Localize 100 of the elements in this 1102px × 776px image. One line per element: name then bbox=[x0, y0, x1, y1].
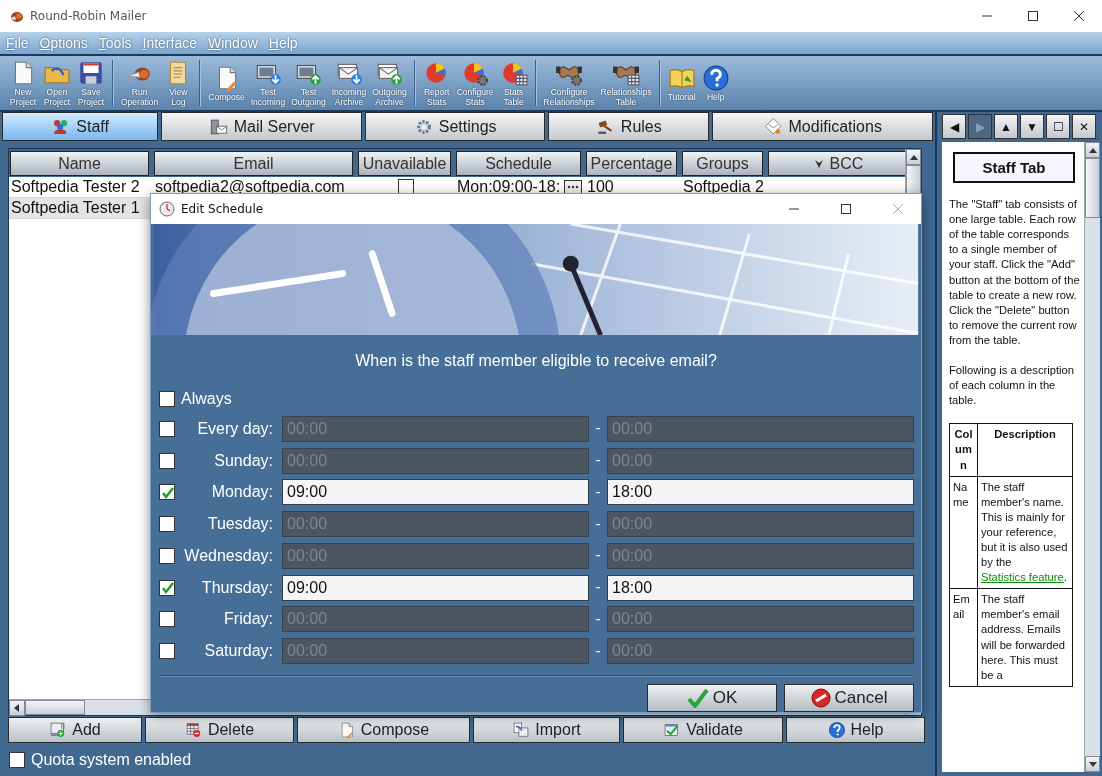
check-icon bbox=[160, 485, 174, 499]
toolbar-button[interactable]: Help bbox=[700, 64, 731, 102]
menu-item[interactable]: Interface bbox=[142, 32, 197, 54]
toolbar-button[interactable]: Configure Relationships bbox=[542, 59, 596, 107]
separator-text: - bbox=[594, 641, 602, 661]
day-label: Every day: bbox=[196, 418, 273, 439]
scroll-thumb[interactable] bbox=[25, 700, 85, 715]
day-label: Saturday: bbox=[203, 641, 273, 662]
checkbox[interactable] bbox=[9, 752, 25, 768]
nav-button[interactable]: ✕ bbox=[1072, 114, 1096, 139]
scroll-thumb[interactable] bbox=[906, 165, 921, 195]
toolbar-button[interactable]: Add bbox=[8, 717, 142, 743]
link[interactable]: Statistics feature bbox=[981, 571, 1064, 584]
toolbar-button[interactable]: New Project bbox=[8, 59, 38, 107]
toolbar-button[interactable]: Run Operation bbox=[120, 59, 160, 107]
vertical-scrollbar[interactable] bbox=[1084, 142, 1100, 772]
maximize-icon bbox=[841, 204, 851, 214]
ok-button[interactable]: OK bbox=[647, 683, 777, 712]
menu-item[interactable]: File bbox=[6, 32, 29, 54]
column-header[interactable]: Unavailable bbox=[358, 151, 451, 176]
checkbox[interactable] bbox=[159, 484, 175, 501]
toolbar-button[interactable]: Incoming Archive bbox=[330, 59, 368, 107]
toolbar-button[interactable]: Outgoing Archive bbox=[371, 59, 408, 107]
tab[interactable]: Modifications bbox=[712, 112, 933, 141]
nav-button[interactable]: ▲ bbox=[994, 114, 1018, 139]
server-icon bbox=[208, 116, 229, 137]
help-icon bbox=[827, 721, 846, 739]
dialog-title: Edit Schedule bbox=[181, 201, 264, 218]
checkbox[interactable] bbox=[159, 420, 175, 437]
window-title: Round-Robin Mailer bbox=[30, 8, 147, 25]
toolbar-button[interactable]: Stats Table bbox=[498, 59, 529, 107]
separator-text: - bbox=[594, 609, 602, 629]
day-label: Sunday: bbox=[213, 450, 273, 471]
column-header[interactable]: Schedule bbox=[456, 151, 581, 176]
table-cell: The staff member's email address. Emails will be forwarded here. This must be a bbox=[981, 593, 1065, 681]
nav-button[interactable]: ☐ bbox=[1046, 114, 1070, 139]
toolbar-button[interactable]: Help bbox=[786, 717, 925, 743]
dialog-question: When is the staff member eligible to receive email? bbox=[354, 351, 718, 372]
separator-text: - bbox=[594, 578, 602, 598]
toolbar-button[interactable]: Relationships Table bbox=[599, 59, 653, 107]
column-header[interactable]: Percentage bbox=[586, 151, 677, 176]
toolbar-button[interactable]: Validate bbox=[623, 717, 783, 743]
help-icon bbox=[701, 64, 730, 92]
column-header[interactable]: Groups bbox=[682, 151, 763, 176]
checkbox-label: Quota system enabled bbox=[31, 750, 192, 770]
time-field[interactable]: 18:00 bbox=[607, 479, 914, 506]
toolbar-button[interactable]: Test Outgoing bbox=[290, 59, 327, 107]
table-cell: softpedia2@softpedia.com bbox=[155, 178, 345, 195]
checkbox[interactable] bbox=[159, 547, 175, 564]
menu-item[interactable]: Help bbox=[268, 32, 298, 54]
checkbox[interactable] bbox=[159, 391, 175, 408]
nav-button[interactable]: ▼ bbox=[1020, 114, 1044, 139]
checkbox[interactable] bbox=[159, 452, 175, 469]
day-label: Monday: bbox=[210, 482, 273, 503]
clock-icon bbox=[159, 201, 175, 217]
checkbox[interactable] bbox=[159, 643, 175, 660]
time-field[interactable]: 18:00 bbox=[607, 574, 914, 601]
maximize-icon bbox=[1028, 11, 1038, 21]
nav-button[interactable]: ◀ bbox=[942, 114, 966, 139]
column-header: Column bbox=[949, 423, 978, 477]
day-label: Tuesday: bbox=[206, 514, 273, 535]
help-paragraph: The "Staff" tab consists of one large table. Each row of the table corresponds to a single member of your staff. Click the "Add" button at the bottom of the table to create a new row. Click the "Delete" button to remove the current row from the table. bbox=[949, 197, 1080, 348]
toolbar-button[interactable]: Tutorial bbox=[666, 64, 697, 102]
column-header: Description bbox=[977, 423, 1073, 477]
table-cell: Email bbox=[949, 588, 978, 687]
column-header[interactable]: Name bbox=[10, 151, 149, 176]
toolbar-button[interactable]: Test Incoming bbox=[249, 59, 287, 107]
day-label: Friday: bbox=[223, 609, 273, 630]
toolbar-button[interactable]: Report Stats bbox=[421, 59, 452, 107]
toolbar-button[interactable]: Open Project bbox=[42, 59, 72, 107]
menu-item[interactable]: Window bbox=[208, 32, 258, 54]
checkbox[interactable] bbox=[159, 579, 175, 596]
checkbox[interactable] bbox=[159, 611, 175, 628]
toolbar-button[interactable]: Compose bbox=[207, 64, 246, 102]
toolbar-button[interactable]: Delete bbox=[145, 717, 294, 743]
tab[interactable]: Settings bbox=[365, 112, 546, 141]
toolbar-button[interactable]: View Log bbox=[163, 59, 194, 107]
table-delete-icon bbox=[184, 721, 203, 739]
tab[interactable]: Mail Server bbox=[161, 112, 363, 141]
scroll-thumb[interactable] bbox=[1085, 158, 1100, 218]
tab[interactable]: Staff bbox=[2, 112, 159, 141]
table-cell: 100 bbox=[587, 178, 614, 195]
table-cell: Name bbox=[949, 476, 978, 589]
scroll-down-icon bbox=[1088, 761, 1097, 767]
table-cell-text: Mon:09:00-18: bbox=[457, 177, 561, 197]
time-field[interactable]: 09:00 bbox=[282, 574, 589, 601]
checkbox[interactable] bbox=[159, 516, 175, 533]
time-field[interactable]: 09:00 bbox=[282, 479, 589, 506]
toolbar-button[interactable]: Configure Stats bbox=[455, 59, 495, 107]
toolbar-button[interactable]: Save Project bbox=[76, 59, 106, 107]
toolbar-button[interactable]: Import bbox=[473, 717, 620, 743]
close-icon bbox=[893, 204, 903, 214]
tab[interactable]: Rules bbox=[548, 112, 710, 141]
toolbar-button[interactable]: Compose bbox=[297, 717, 470, 743]
cancel-button[interactable]: Cancel bbox=[784, 683, 914, 712]
menu-item[interactable]: Options bbox=[39, 32, 88, 54]
day-label: Thursday: bbox=[200, 577, 273, 598]
column-header[interactable]: Email bbox=[154, 151, 353, 176]
table-cell: Softpedia Tester 2 bbox=[11, 178, 140, 195]
menu-item[interactable]: Tools bbox=[98, 32, 132, 54]
